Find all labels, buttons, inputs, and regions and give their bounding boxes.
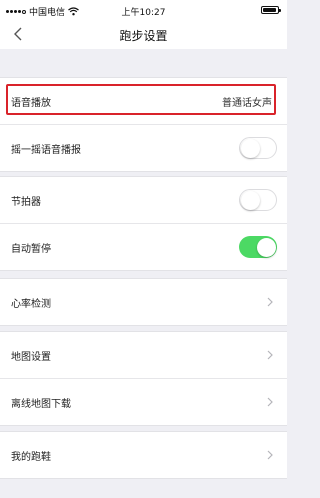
page-title: 跑步设置 xyxy=(119,29,168,43)
chevron-right-icon xyxy=(267,450,273,460)
chevron-right-icon xyxy=(267,297,273,307)
highlight-box xyxy=(6,84,276,115)
row-auto-pause: 自动暂停 xyxy=(0,223,287,270)
nav-bar: 跑步设置 xyxy=(0,20,287,49)
row-offline-map-label: 离线地图下载 xyxy=(11,398,71,410)
metronome-toggle[interactable] xyxy=(239,189,277,211)
row-auto-pause-label: 自动暂停 xyxy=(11,243,51,255)
status-bar: 中国电信 上午10:27 xyxy=(0,0,287,20)
row-my-shoes-label: 我的跑鞋 xyxy=(11,451,51,463)
row-map-settings-label: 地图设置 xyxy=(11,351,51,363)
row-metronome: 节拍器 xyxy=(0,177,287,223)
settings-group-run: 节拍器 自动暂停 xyxy=(0,176,287,271)
clock: 上午10:27 xyxy=(121,8,166,18)
toggle-knob xyxy=(241,138,260,158)
row-shake-voice: 摇一摇语音播报 xyxy=(0,124,287,171)
settings-group-heart: 心率检测 xyxy=(0,278,287,326)
row-heart-rate[interactable]: 心率检测 xyxy=(0,279,287,325)
row-metronome-label: 节拍器 xyxy=(11,196,41,208)
chevron-right-icon xyxy=(267,350,273,360)
row-map-settings[interactable]: 地图设置 xyxy=(0,332,287,378)
settings-group-map: 地图设置 离线地图下载 xyxy=(0,331,287,426)
chevron-right-icon xyxy=(267,397,273,407)
toggle-knob xyxy=(241,190,260,210)
shake-voice-toggle[interactable] xyxy=(239,137,277,159)
row-shake-voice-label: 摇一摇语音播报 xyxy=(11,144,81,156)
row-offline-map[interactable]: 离线地图下载 xyxy=(0,378,287,425)
row-heart-rate-label: 心率检测 xyxy=(11,298,51,310)
auto-pause-toggle[interactable] xyxy=(239,236,277,258)
toggle-knob xyxy=(256,237,276,257)
settings-group-shoes: 我的跑鞋 xyxy=(0,431,287,479)
row-my-shoes[interactable]: 我的跑鞋 xyxy=(0,432,287,478)
battery-icon xyxy=(261,6,281,14)
